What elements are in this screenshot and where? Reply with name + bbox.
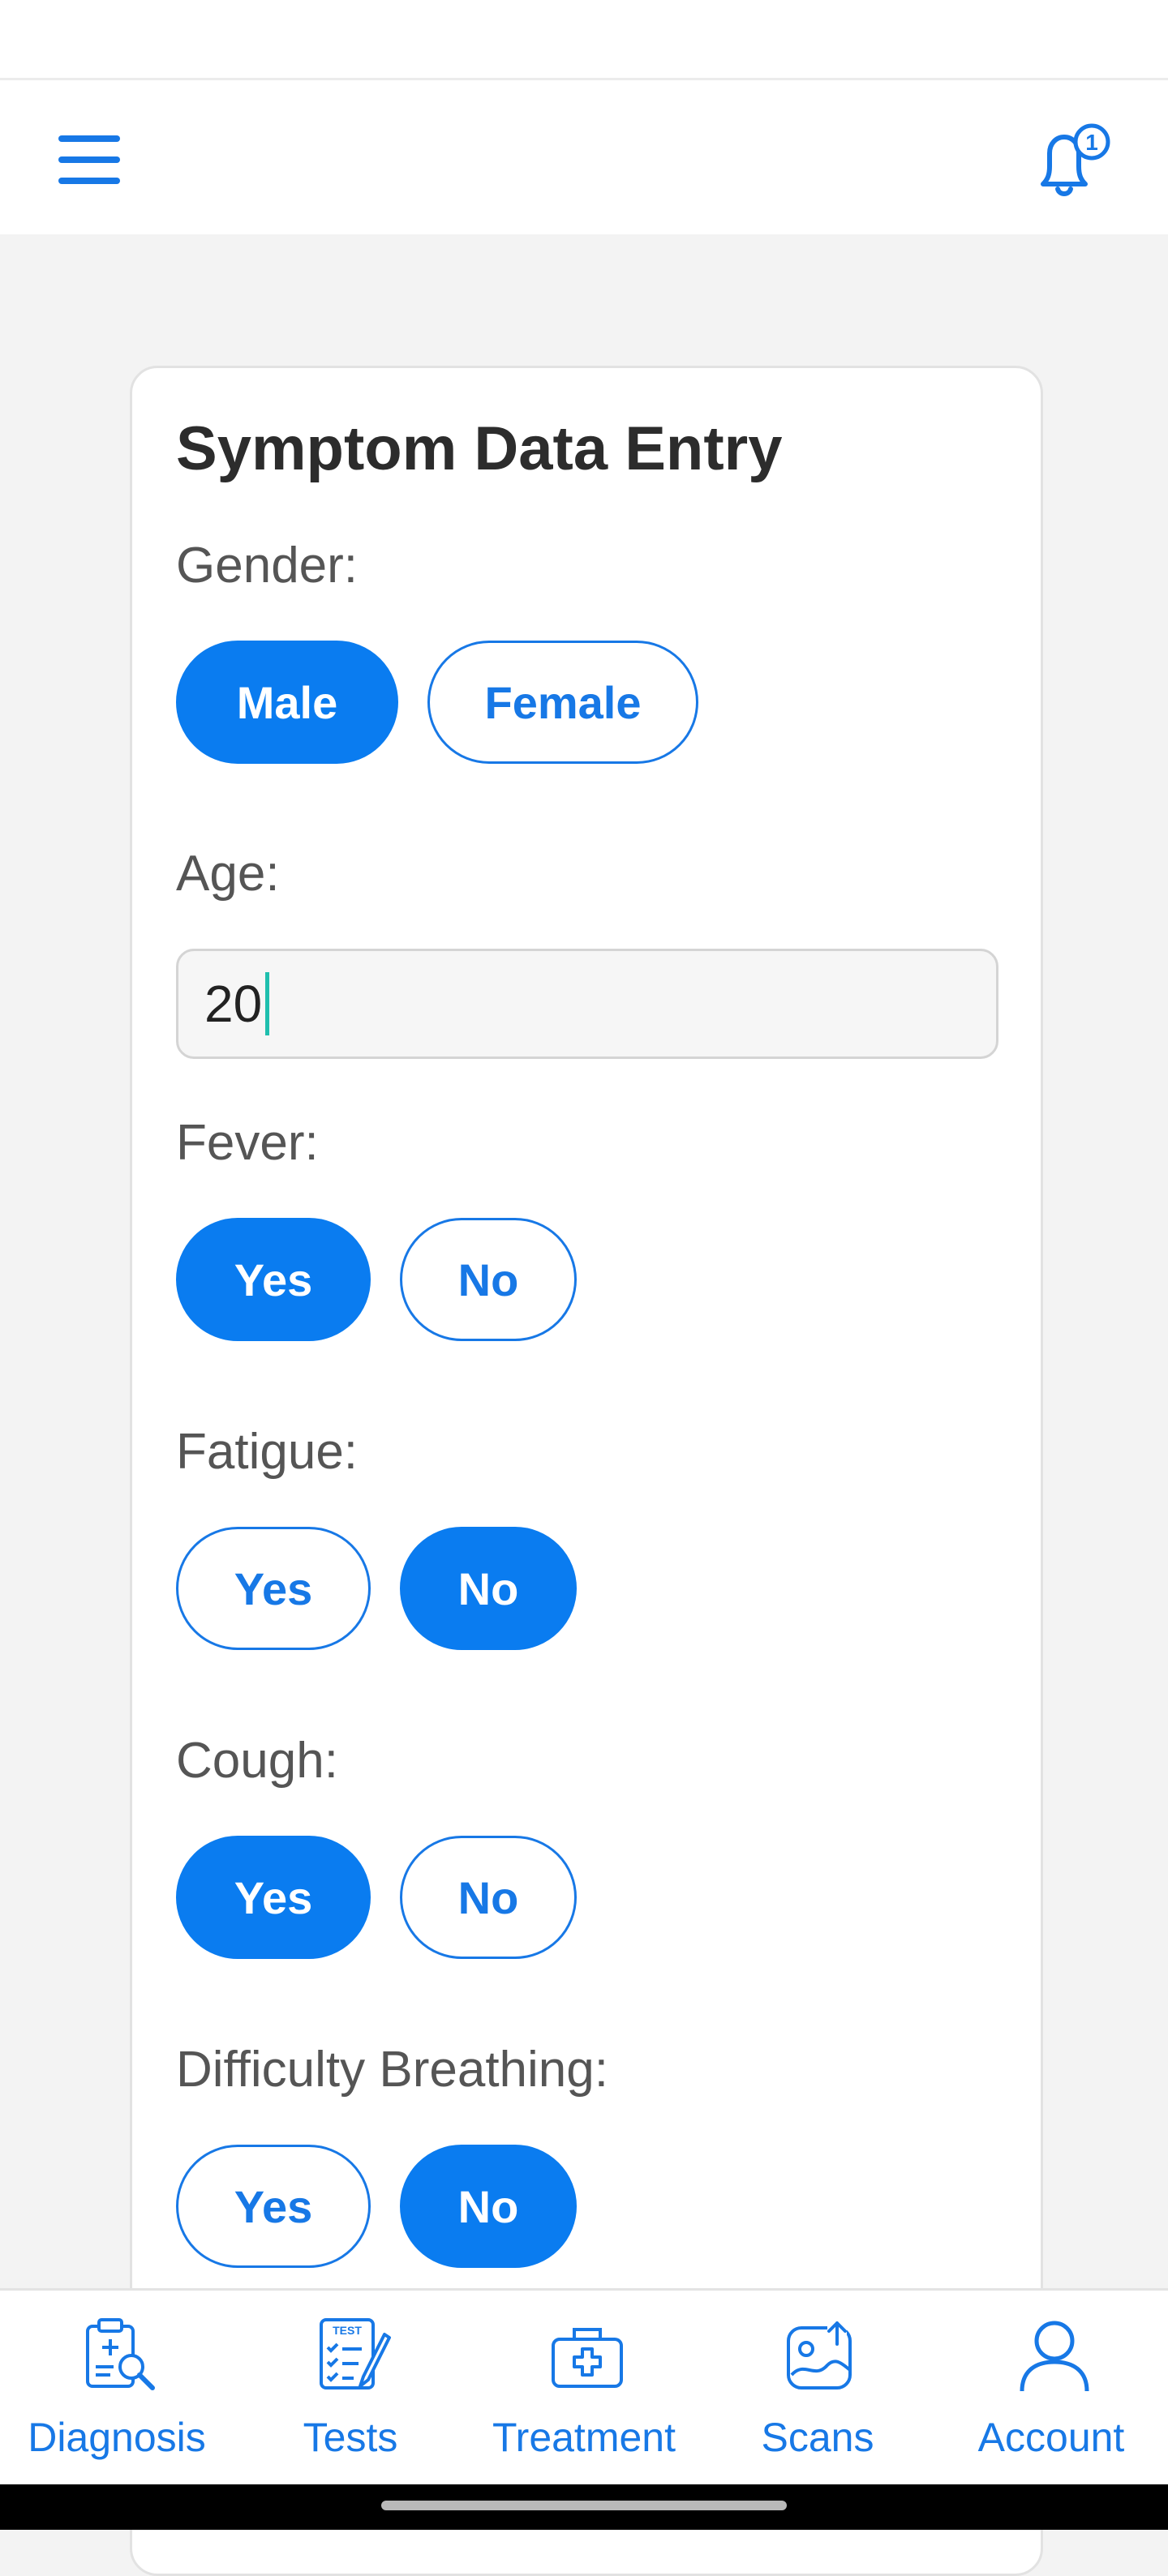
- fatigue-no-button[interactable]: No: [400, 1527, 577, 1650]
- cough-yes-button[interactable]: Yes: [176, 1836, 371, 1959]
- gender-label: Gender:: [176, 538, 359, 594]
- hamburger-menu-icon-line: [58, 156, 120, 163]
- nav-scans-label: Scans: [761, 2415, 874, 2460]
- system-gesture-area: [0, 2484, 1168, 2530]
- cough-no-button[interactable]: No: [400, 1836, 577, 1959]
- nav-scans[interactable]: Scans: [701, 2291, 934, 2487]
- gender-male-button[interactable]: Male: [176, 641, 398, 764]
- form-title: Symptom Data Entry: [176, 414, 783, 483]
- scan-upload-icon: [787, 2320, 852, 2390]
- age-label: Age:: [176, 846, 280, 902]
- difficulty-breathing-yes-button[interactable]: Yes: [176, 2145, 371, 2268]
- nav-diagnosis-label: Diagnosis: [28, 2415, 206, 2460]
- text-cursor: [265, 972, 270, 1035]
- fatigue-label: Fatigue:: [176, 1424, 359, 1480]
- symptom-form-card: Symptom Data Entry Gender: Male Female A…: [130, 366, 1043, 2576]
- person-icon: [1020, 2321, 1089, 2392]
- svg-text:TEST: TEST: [333, 2324, 362, 2337]
- hamburger-menu-icon: [58, 135, 120, 142]
- nav-treatment-label: Treatment: [492, 2415, 676, 2460]
- home-gesture-handle[interactable]: [381, 2501, 787, 2510]
- nav-treatment[interactable]: Treatment: [467, 2291, 701, 2487]
- app-bar: 1: [0, 80, 1168, 234]
- bottom-navigation: Diagnosis TEST Tests Treatment Scans Acc…: [0, 2288, 1168, 2487]
- fever-no-button[interactable]: No: [400, 1218, 577, 1341]
- clipboard-search-icon: [86, 2318, 155, 2390]
- test-checklist-icon: TEST: [320, 2318, 391, 2390]
- hamburger-menu-icon-line: [58, 178, 120, 184]
- notifications-button[interactable]: 1: [1028, 121, 1118, 202]
- medical-kit-icon: [552, 2328, 623, 2388]
- nav-account[interactable]: Account: [934, 2291, 1168, 2487]
- difficulty-breathing-no-button[interactable]: No: [400, 2145, 577, 2268]
- bell-icon: 1: [1041, 123, 1110, 196]
- fever-label: Fever:: [176, 1115, 319, 1171]
- nav-account-label: Account: [977, 2415, 1125, 2460]
- fatigue-yes-button[interactable]: Yes: [176, 1527, 371, 1650]
- fever-yes-button[interactable]: Yes: [176, 1218, 371, 1341]
- difficulty-breathing-label: Difficulty Breathing:: [176, 2042, 608, 2098]
- status-bar: [0, 0, 1168, 80]
- nav-tests[interactable]: TEST Tests: [234, 2291, 467, 2487]
- menu-button[interactable]: [50, 129, 128, 191]
- nav-tests-label: Tests: [303, 2415, 398, 2460]
- notification-count: 1: [1085, 130, 1098, 155]
- age-input-value: 20: [204, 975, 263, 1033]
- age-input[interactable]: 20: [176, 949, 998, 1059]
- gender-female-button[interactable]: Female: [427, 641, 698, 764]
- cough-label: Cough:: [176, 1733, 338, 1789]
- nav-diagnosis[interactable]: Diagnosis: [0, 2291, 234, 2487]
